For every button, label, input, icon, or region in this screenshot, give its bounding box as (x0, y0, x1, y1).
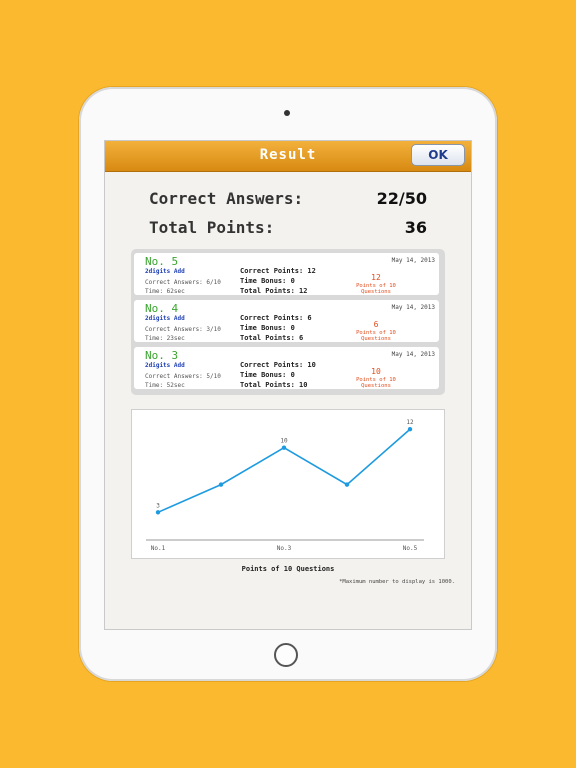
results-list: No. 5 2digits Add Correct Answers: 6/10 … (131, 249, 445, 395)
result-points-value: 6 (373, 320, 379, 329)
result-points-value: 10 (371, 367, 381, 376)
app-screen: Result OK Correct Answers: 22/50 Total P… (104, 140, 472, 630)
result-correct-answers: Correct Answers: 3/10 (145, 326, 221, 333)
result-time-bonus: Time Bonus: 0 (240, 277, 295, 285)
result-correct-answers: Correct Answers: 5/10 (145, 373, 221, 380)
correct-answers-row: Correct Answers: 22/50 (149, 189, 427, 208)
result-correct-answers: Correct Answers: 6/10 (145, 279, 221, 286)
result-points-caption: Points of 10 Questions (356, 283, 396, 295)
result-time: Time: 62sec (145, 288, 185, 295)
result-correct-points: Correct Points: 12 (240, 267, 316, 275)
camera-icon (284, 110, 290, 116)
list-item[interactable]: No. 5 2digits Add Correct Answers: 6/10 … (134, 253, 439, 295)
x-tick-label: No.1 (151, 545, 166, 552)
data-point (218, 482, 224, 487)
data-label: 12 (406, 419, 414, 426)
result-points-value: 12 (371, 273, 381, 282)
result-date: May 14, 2013 (391, 351, 435, 358)
total-points-value: 36 (404, 218, 427, 237)
points-line-chart: 3 10 12 No.1 No.3 No.5 (146, 419, 424, 552)
data-label: 10 (280, 438, 288, 445)
result-type: 2digits Add (145, 315, 185, 322)
data-point (155, 510, 161, 515)
chart-caption: Points of 10 Questions (241, 565, 335, 573)
result-total-points: Total Points: 12 (240, 287, 308, 295)
data-point (407, 427, 413, 432)
result-number: No. 3 (145, 349, 179, 362)
list-item[interactable]: No. 3 2digits Add Correct Answers: 5/10 … (134, 347, 439, 389)
data-point (281, 445, 287, 450)
result-number: No. 5 (145, 255, 179, 268)
result-correct-points: Correct Points: 10 (240, 361, 316, 369)
data-label: 3 (156, 502, 160, 509)
total-points-row: Total Points: 36 (149, 218, 427, 237)
result-correct-points: Correct Points: 6 (240, 314, 312, 322)
result-time: Time: 52sec (145, 382, 185, 389)
x-tick-label: No.5 (403, 545, 418, 552)
result-date: May 14, 2013 (391, 304, 435, 311)
total-points-label: Total Points: (149, 218, 275, 237)
correct-answers-value: 22/50 (376, 189, 427, 208)
list-item[interactable]: No. 4 2digits Add Correct Answers: 3/10 … (134, 300, 439, 342)
result-date: May 14, 2013 (391, 257, 435, 264)
home-button[interactable] (274, 643, 298, 667)
result-type: 2digits Add (145, 362, 185, 369)
result-points-caption: Points of 10 Questions (356, 377, 396, 389)
result-total-points: Total Points: 10 (240, 381, 308, 389)
result-time: Time: 23sec (145, 335, 185, 342)
result-total-points: Total Points: 6 (240, 334, 304, 342)
ok-button[interactable]: OK (411, 144, 465, 166)
points-chart: 3 10 12 No.1 No.3 No.5 (131, 409, 445, 559)
result-type: 2digits Add (145, 268, 185, 275)
data-point (344, 482, 350, 487)
correct-answers-label: Correct Answers: (149, 189, 304, 208)
x-tick-label: No.3 (277, 545, 292, 552)
result-time-bonus: Time Bonus: 0 (240, 371, 295, 379)
result-points-caption: Points of 10 Questions (356, 330, 396, 342)
result-number: No. 4 (145, 302, 179, 315)
navigation-bar: Result OK (105, 141, 471, 172)
chart-note: *Maximum number to display is 1000. (339, 579, 455, 585)
result-time-bonus: Time Bonus: 0 (240, 324, 295, 332)
